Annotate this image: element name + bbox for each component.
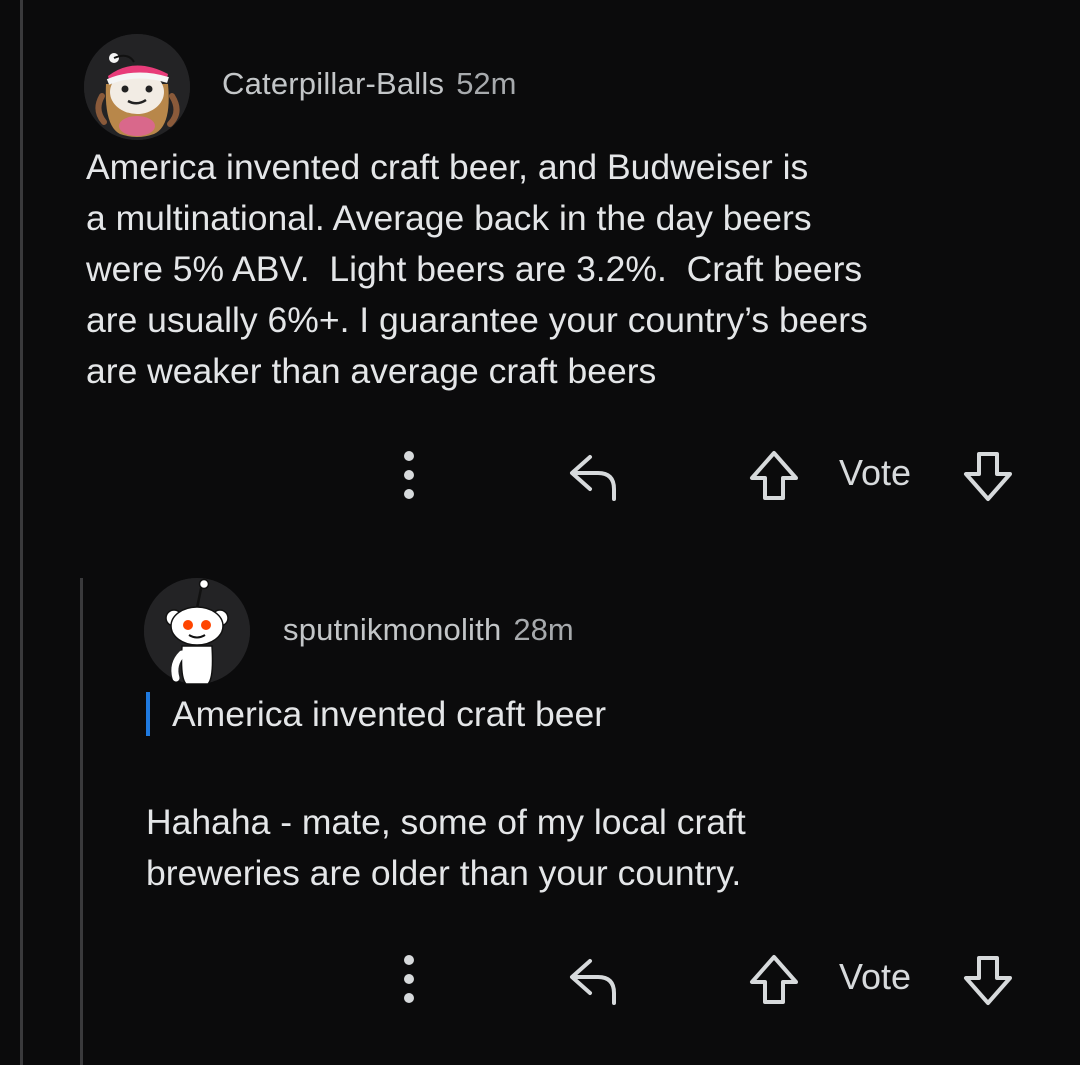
block-quote: America invented craft beer — [146, 692, 606, 736]
downvote-button[interactable] — [958, 446, 1018, 506]
comment-actions: Vote — [380, 944, 1040, 1014]
vote-count: Vote — [839, 956, 912, 997]
username[interactable]: sputnikmonolith — [283, 612, 501, 648]
quote-text: America invented craft beer — [172, 693, 607, 734]
comment-meta: Caterpillar-Balls 52m — [222, 66, 517, 102]
comment-body: Hahaha - mate, some of my local craft br… — [146, 802, 746, 893]
more-vertical-icon — [404, 955, 414, 1003]
upvote-arrow-icon — [750, 451, 798, 500]
downvote-arrow-icon — [964, 452, 1012, 501]
username[interactable]: Caterpillar-Balls — [222, 66, 444, 102]
user-avatar[interactable] — [144, 578, 250, 684]
upvote-button[interactable] — [744, 446, 804, 506]
downvote-button[interactable] — [958, 950, 1018, 1010]
more-vertical-icon — [404, 451, 414, 499]
more-options-button[interactable] — [394, 444, 424, 506]
thread-line-nested[interactable] — [80, 578, 83, 1065]
comment-actions: Vote — [380, 440, 1040, 510]
timestamp: 28m — [513, 612, 574, 647]
user-avatar[interactable] — [84, 34, 190, 140]
thread-line[interactable] — [20, 0, 23, 1065]
more-options-button[interactable] — [394, 948, 424, 1010]
reply-icon — [570, 455, 616, 501]
reply-button[interactable] — [564, 446, 624, 506]
reply-button[interactable] — [564, 950, 624, 1010]
vote-count: Vote — [839, 452, 912, 493]
comment-meta: sputnikmonolith 28m — [283, 612, 574, 648]
timestamp: 52m — [456, 66, 517, 101]
upvote-button[interactable] — [744, 950, 804, 1010]
quote-bar — [146, 692, 150, 736]
reply-icon — [570, 959, 616, 1005]
comment-body: America invented craft beer, and Budweis… — [86, 147, 868, 391]
upvote-arrow-icon — [750, 955, 798, 1004]
downvote-arrow-icon — [964, 956, 1012, 1005]
